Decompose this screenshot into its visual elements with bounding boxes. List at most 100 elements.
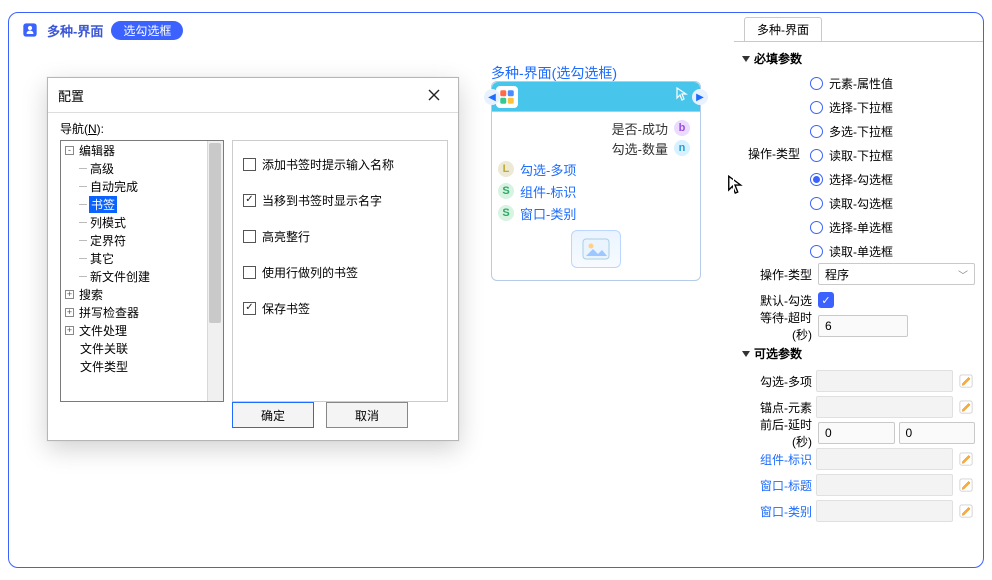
image-placeholder-icon[interactable] — [571, 230, 621, 268]
tree-item[interactable]: 定界符 — [61, 231, 223, 249]
node-card[interactable]: ◀ ▶ 是否-成功b 勾选-数量n L勾选-多项 S组件-标识 — [491, 81, 701, 281]
expand-icon[interactable]: + — [65, 326, 74, 335]
tree-item[interactable]: 文件关联 — [61, 339, 223, 357]
option-row[interactable]: 保存书签 — [243, 299, 437, 317]
node-port-in-icon[interactable]: ◀ — [484, 89, 500, 105]
option-row[interactable]: 添加书签时提示输入名称 — [243, 155, 437, 173]
radio[interactable] — [810, 245, 823, 258]
option-label: 添加书签时提示输入名称 — [262, 156, 394, 173]
tree-item[interactable]: +搜索 — [61, 285, 223, 303]
radio-row[interactable]: 多选-下拉框 — [810, 121, 893, 141]
checkbox[interactable] — [243, 302, 256, 315]
tab-main[interactable]: 多种-界面 — [744, 17, 822, 41]
option-label: 使用行做列的书签 — [262, 264, 358, 281]
comp-id-input[interactable] — [816, 448, 953, 470]
radio[interactable] — [810, 197, 823, 210]
pin-bool-icon[interactable]: b — [674, 120, 690, 136]
node-input-row[interactable]: L勾选-多项 — [498, 158, 690, 180]
close-icon[interactable] — [420, 84, 448, 106]
radio[interactable] — [810, 221, 823, 234]
check-many-input[interactable] — [816, 370, 953, 392]
delay-after-input[interactable]: 0 — [899, 422, 976, 444]
radio-row[interactable]: 选择-勾选框 — [810, 169, 893, 189]
op-type-select[interactable]: 程序 ﹀ — [818, 263, 975, 285]
op-type-select-row: 操作-类型 程序 ﹀ — [742, 261, 975, 287]
collapse-icon[interactable]: - — [65, 146, 74, 155]
radio-row[interactable]: 选择-单选框 — [810, 217, 893, 237]
edit-icon[interactable] — [957, 398, 975, 416]
win-class-input[interactable] — [816, 500, 953, 522]
edit-icon[interactable] — [957, 502, 975, 520]
anchor-elem-input[interactable] — [816, 396, 953, 418]
radio-row[interactable]: 读取-勾选框 — [810, 193, 893, 213]
node-header[interactable] — [492, 82, 700, 112]
pin-string-icon[interactable]: S — [498, 205, 514, 221]
default-check-checkbox[interactable]: ✓ — [818, 292, 834, 308]
canvas-pill[interactable]: 选勾选框 — [111, 21, 183, 40]
tree-item[interactable]: +文件处理 — [61, 321, 223, 339]
scrollbar-thumb[interactable] — [209, 143, 221, 323]
tree-item[interactable]: 文件类型 — [61, 357, 223, 375]
radio-row[interactable]: 读取-单选框 — [810, 241, 893, 261]
node-output-row[interactable]: 勾选-数量n — [502, 138, 690, 158]
radio[interactable] — [810, 101, 823, 114]
pin-string-icon[interactable]: S — [498, 183, 514, 199]
tree-scrollbar[interactable] — [207, 141, 223, 401]
option-row[interactable]: 高亮整行 — [243, 227, 437, 245]
option-row[interactable]: 当移到书签时显示名字 — [243, 191, 437, 209]
tree-item-label: 书签 — [89, 196, 117, 213]
checkbox[interactable] — [243, 194, 256, 207]
timeout-row: 等待-超时(秒) 6 — [742, 313, 975, 339]
radio-row[interactable]: 元素-属性值 — [810, 73, 893, 93]
pin-number-icon[interactable]: n — [674, 140, 690, 156]
radio[interactable] — [810, 125, 823, 138]
node-port-out-icon[interactable]: ▶ — [692, 89, 708, 105]
option-label: 当移到书签时显示名字 — [262, 192, 382, 209]
nav-tree[interactable]: -编辑器高级自动完成书签列模式定界符其它新文件创建+搜索+拼写检查器+文件处理文… — [60, 140, 224, 402]
option-row[interactable]: 使用行做列的书签 — [243, 263, 437, 281]
expand-icon[interactable]: + — [65, 308, 74, 317]
tree-item[interactable]: 高级 — [61, 159, 223, 177]
edit-icon[interactable] — [957, 476, 975, 494]
tree-item[interactable]: 自动完成 — [61, 177, 223, 195]
delay-row: 前后-延时(秒) 0 0 — [742, 420, 975, 446]
dialog-header[interactable]: 配置 — [48, 78, 458, 112]
radio[interactable] — [810, 149, 823, 162]
tab-strip: 多种-界面 — [734, 13, 983, 41]
check-many-row: 勾选-多项 — [742, 368, 975, 394]
expand-icon[interactable]: + — [65, 290, 74, 299]
radio-row[interactable]: 读取-下拉框 — [810, 145, 893, 165]
radio[interactable] — [810, 173, 823, 186]
tree-item[interactable]: 列模式 — [61, 213, 223, 231]
checkbox[interactable] — [243, 266, 256, 279]
timeout-input[interactable]: 6 — [818, 315, 908, 337]
tree-item[interactable]: +拼写检查器 — [61, 303, 223, 321]
delay-before-input[interactable]: 0 — [818, 422, 895, 444]
pin-list-icon[interactable]: L — [498, 161, 514, 177]
node-output-row[interactable]: 是否-成功b — [502, 118, 690, 138]
ok-button[interactable]: 确定 — [232, 402, 314, 428]
canvas-title: 多种-界面 — [47, 21, 103, 40]
caret-down-icon — [742, 351, 750, 357]
person-icon — [21, 21, 39, 39]
win-title-input[interactable] — [816, 474, 953, 496]
tree-item[interactable]: 书签 — [61, 195, 223, 213]
options-pane: 添加书签时提示输入名称当移到书签时显示名字高亮整行使用行做列的书签保存书签 — [232, 140, 448, 402]
cancel-button[interactable]: 取消 — [326, 402, 408, 428]
checkbox[interactable] — [243, 230, 256, 243]
tree-item[interactable]: -编辑器 — [61, 141, 223, 159]
section-required[interactable]: 必填参数 — [742, 50, 975, 67]
tree-item-label: 文件类型 — [79, 358, 129, 375]
radio-row[interactable]: 选择-下拉框 — [810, 97, 893, 117]
node-input-row[interactable]: S窗口-类别 — [498, 202, 690, 224]
node-input-row[interactable]: S组件-标识 — [498, 180, 690, 202]
node-body: 是否-成功b 勾选-数量n L勾选-多项 S组件-标识 S窗口-类别 — [492, 112, 700, 280]
radio-label: 选择-下拉框 — [829, 99, 893, 116]
edit-icon[interactable] — [957, 372, 975, 390]
edit-icon[interactable] — [957, 450, 975, 468]
radio[interactable] — [810, 77, 823, 90]
checkbox[interactable] — [243, 158, 256, 171]
section-optional[interactable]: 可选参数 — [742, 345, 975, 362]
tree-item[interactable]: 其它 — [61, 249, 223, 267]
tree-item[interactable]: 新文件创建 — [61, 267, 223, 285]
